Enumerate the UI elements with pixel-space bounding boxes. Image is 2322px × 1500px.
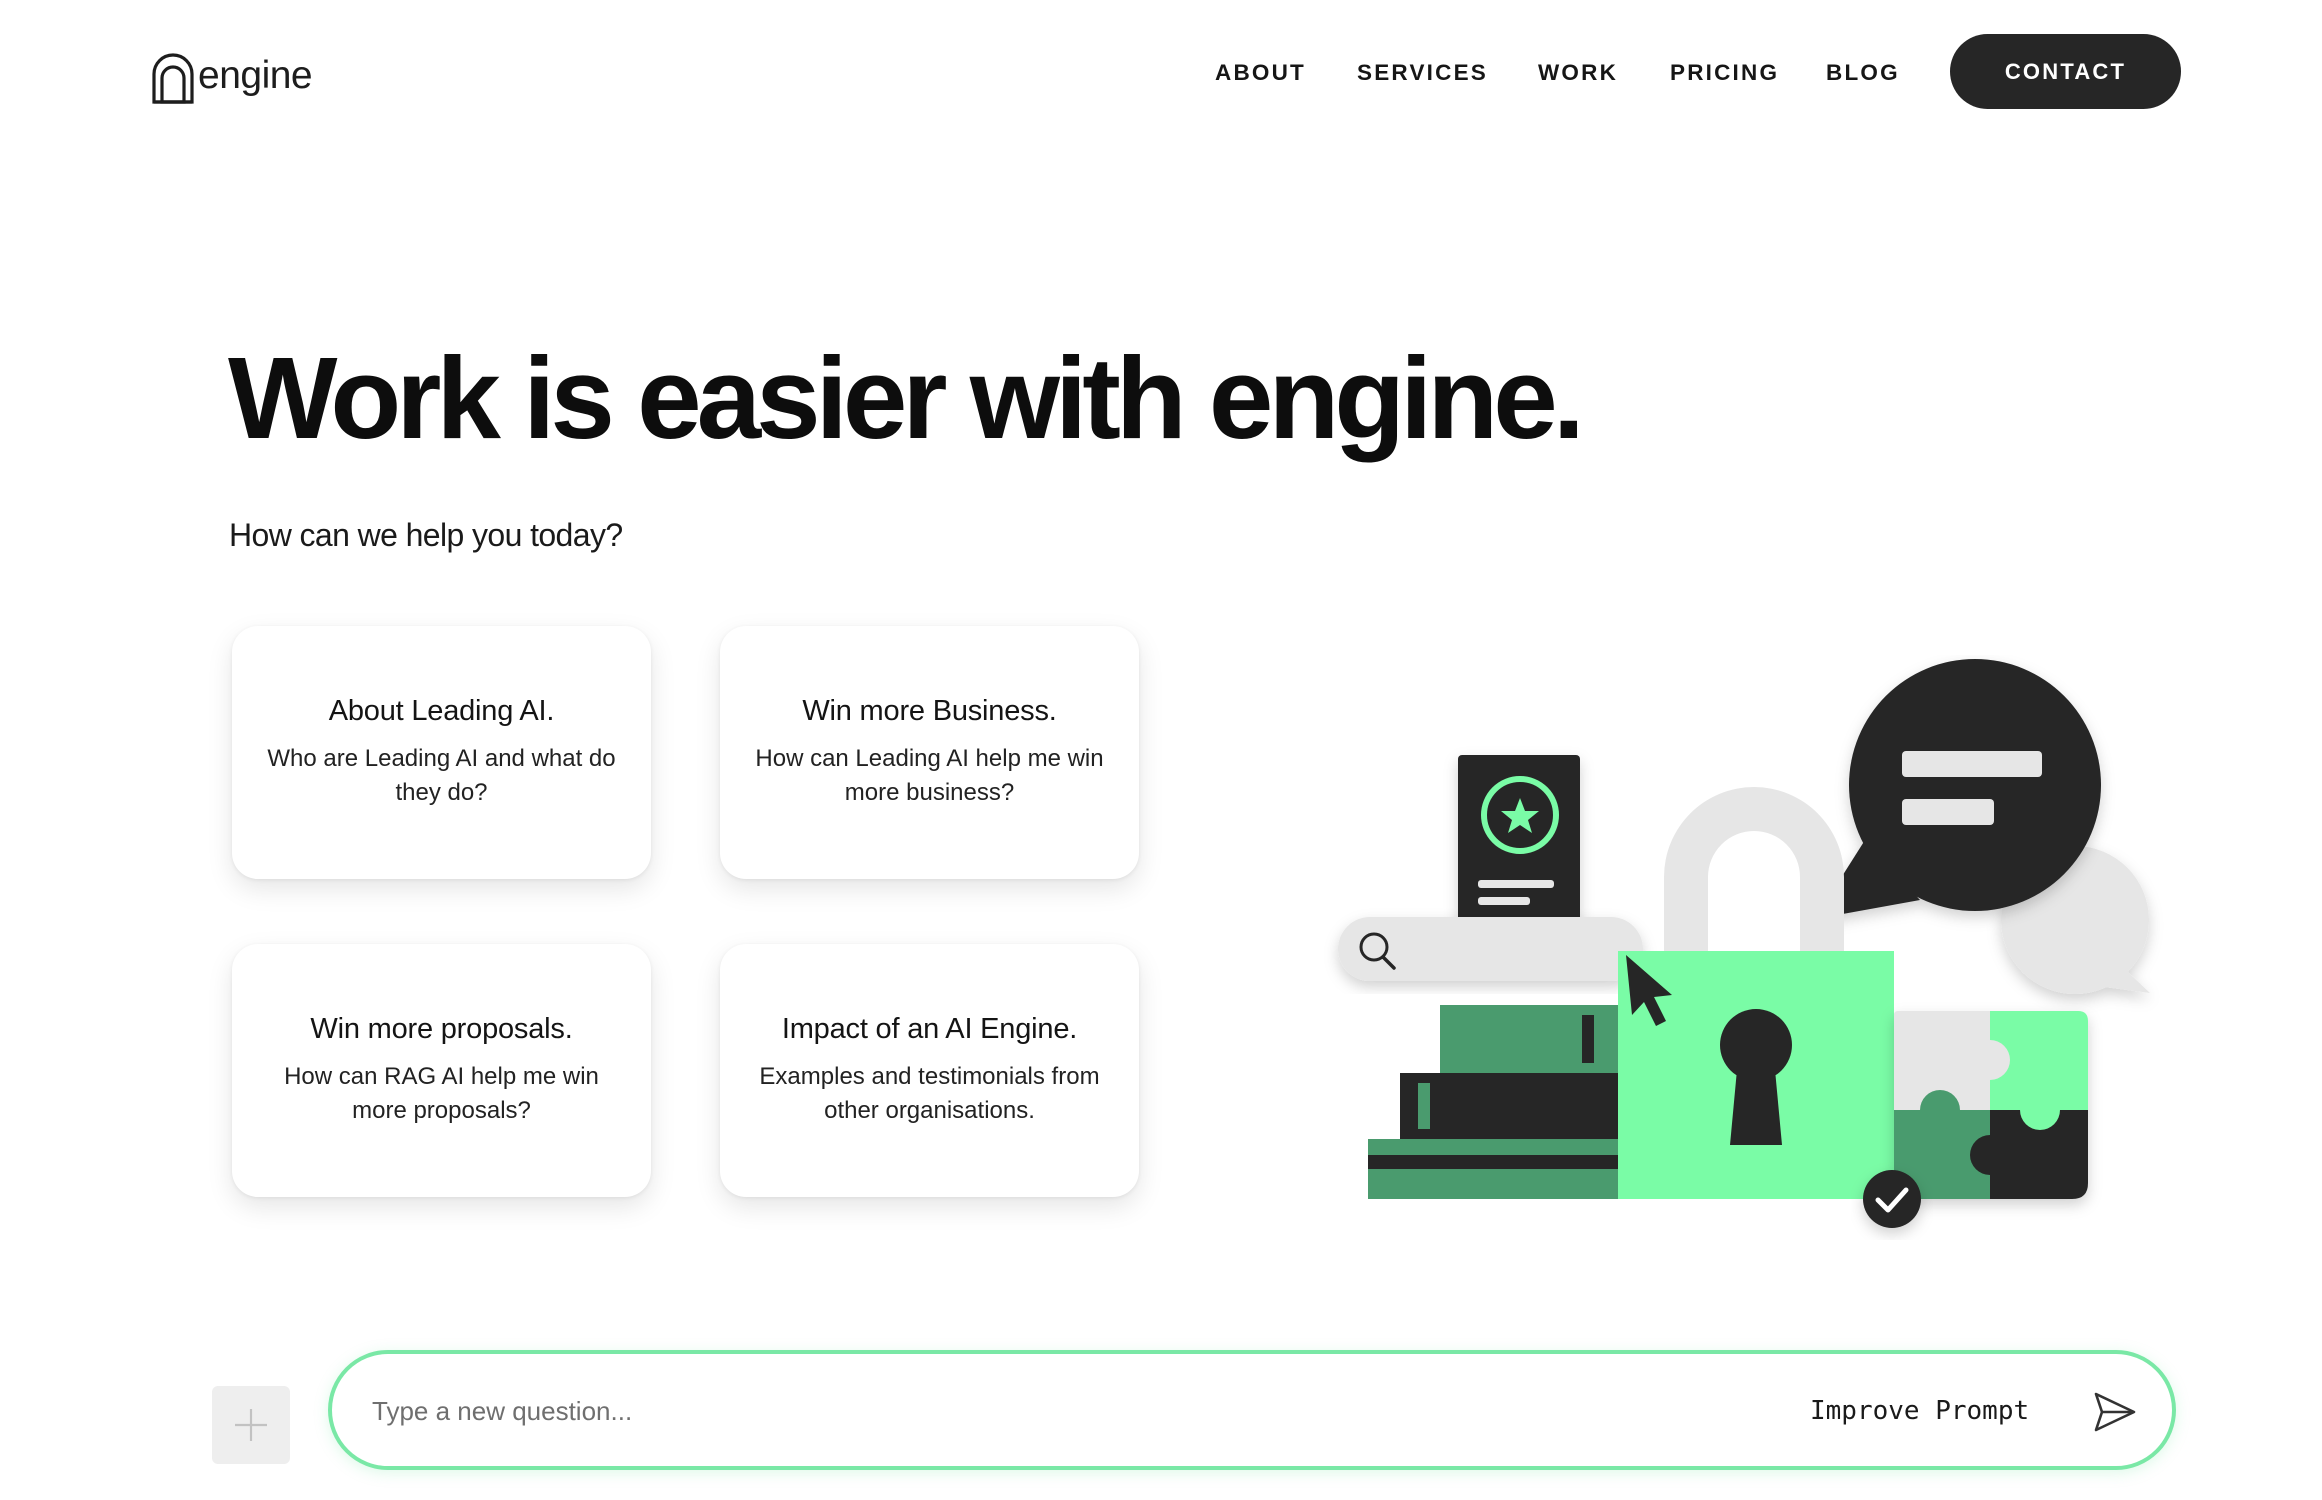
card-description: Examples and testimonials from other org…	[759, 1063, 1100, 1124]
add-attachment-button[interactable]	[212, 1386, 290, 1464]
send-icon[interactable]	[2092, 1389, 2138, 1435]
contact-button[interactable]: CONTACT	[1950, 34, 2181, 109]
improve-prompt-button[interactable]: Improve Prompt	[1810, 1388, 2029, 1434]
prompt-card-about[interactable]: About Leading AI. Who are Leading AI and…	[232, 626, 651, 879]
nav-work[interactable]: WORK	[1538, 60, 1618, 86]
puzzle-icon	[1894, 1011, 2088, 1199]
books-stack	[1368, 1005, 1618, 1199]
nav-blog[interactable]: BLOG	[1826, 60, 1900, 86]
padlock-shackle	[1664, 787, 1844, 955]
logo[interactable]: engine	[150, 52, 313, 104]
card-title: About Leading AI.	[328, 695, 555, 727]
prompt-card-business[interactable]: Win more Business. How can Leading AI he…	[720, 626, 1139, 879]
check-badge-icon	[1863, 1170, 1921, 1228]
question-composer: Improve Prompt	[328, 1350, 2176, 1470]
question-input[interactable]	[370, 1384, 1774, 1438]
logo-text: engine	[198, 54, 313, 97]
hero-illustration	[1338, 659, 2150, 1228]
card-title: Win more proposals.	[310, 1013, 573, 1045]
nav-services[interactable]: SERVICES	[1357, 60, 1488, 86]
logo-icon	[152, 53, 194, 104]
page-title: Work is easier with engine.	[228, 333, 1585, 463]
prompt-card-impact[interactable]: Impact of an AI Engine. Examples and tes…	[720, 944, 1139, 1197]
card-description: How can Leading AI help me win more busi…	[755, 745, 1104, 806]
card-description: Who are Leading AI and what do they do?	[267, 745, 616, 806]
card-title: Impact of an AI Engine.	[781, 1013, 1078, 1045]
page-subtitle: How can we help you today?	[229, 517, 623, 553]
nav-pricing[interactable]: PRICING	[1670, 60, 1779, 86]
nav-about[interactable]: ABOUT	[1215, 60, 1306, 86]
prompt-card-proposals[interactable]: Win more proposals. How can RAG AI help …	[232, 944, 651, 1197]
card-title: Win more Business.	[802, 695, 1057, 727]
plus-icon	[235, 1409, 267, 1441]
card-description: How can RAG AI help me win more proposal…	[284, 1063, 599, 1124]
search-bar-graphic	[1338, 917, 1643, 981]
phone-icon	[1458, 755, 1580, 945]
